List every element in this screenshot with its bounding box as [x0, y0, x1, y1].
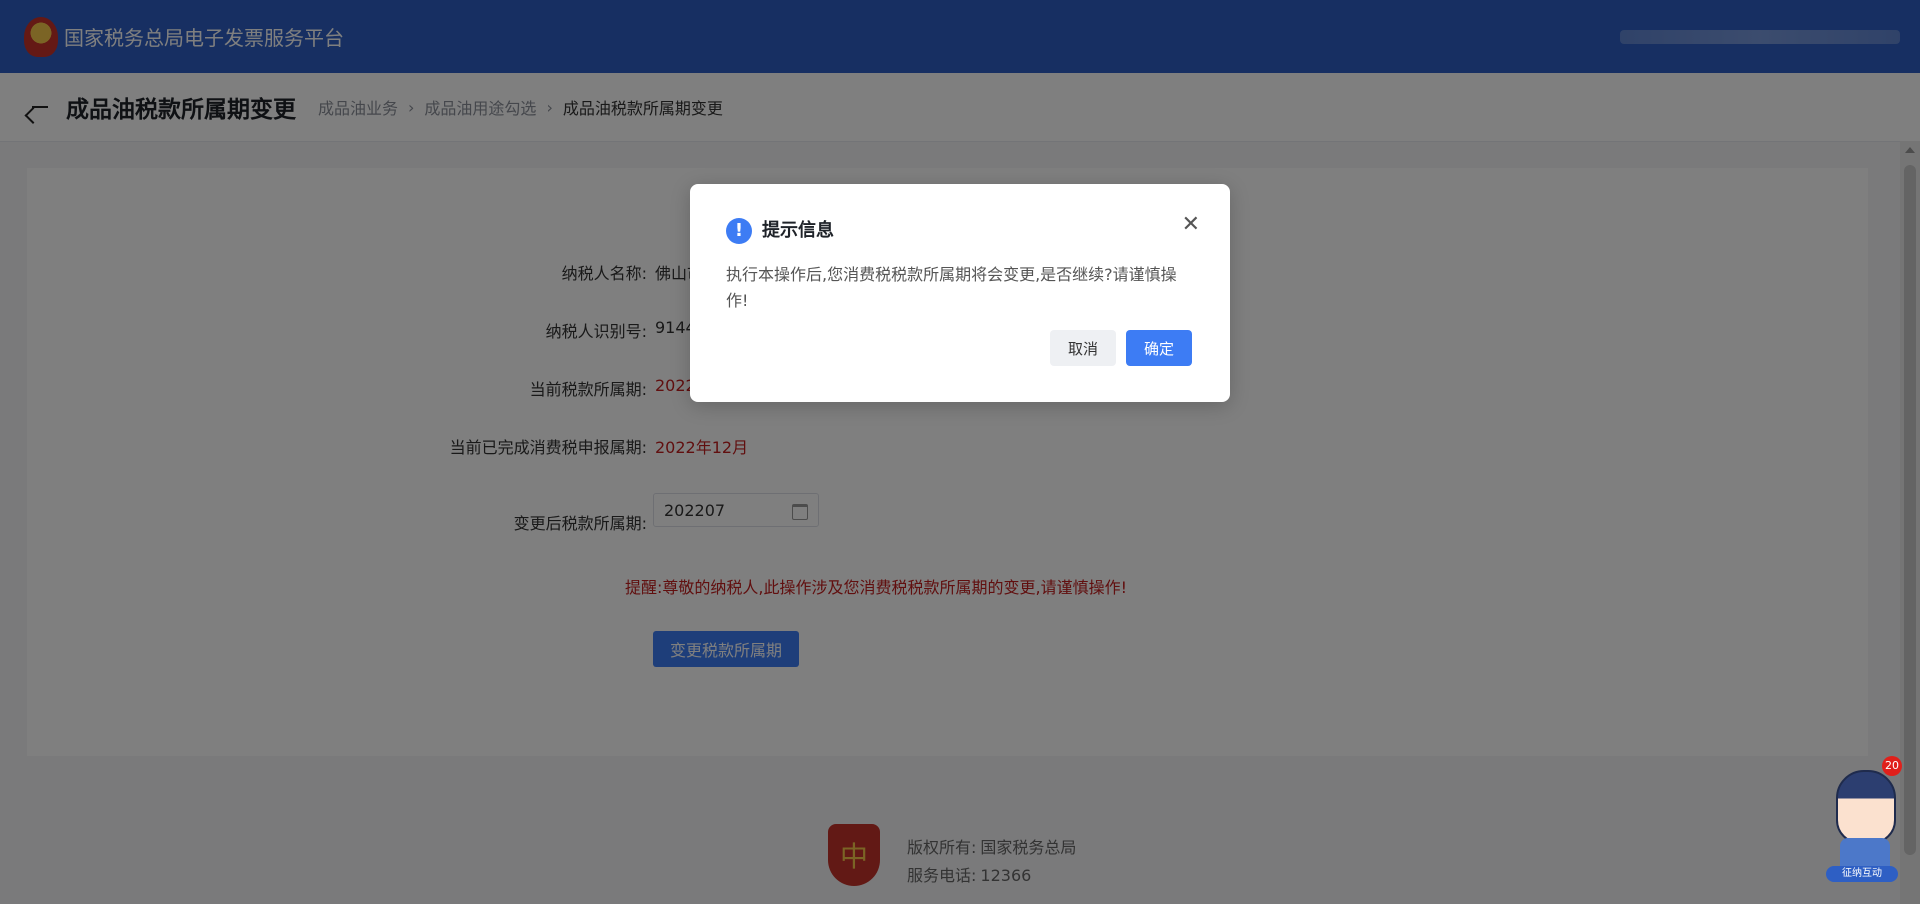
assistant-avatar [1836, 770, 1896, 844]
dialog-message: 执行本操作后,您消费税税款所属期将会变更,是否继续?请谨慎操作! [726, 265, 1177, 310]
close-icon[interactable]: ✕ [1182, 212, 1200, 237]
dialog-title: 提示信息 [762, 220, 834, 241]
exclamation-icon: ! [726, 218, 752, 244]
cancel-button[interactable]: 取消 [1050, 330, 1116, 366]
notification-badge: 20 [1882, 756, 1902, 776]
assistant-body [1840, 838, 1890, 868]
assistant-label: 征纳互动 [1826, 866, 1898, 882]
confirm-dialog: ! 提示信息 ✕ 执行本操作后,您消费税税款所属期将会变更,是否继续?请谨慎操作… [690, 184, 1230, 402]
modal-overlay[interactable] [0, 0, 1920, 904]
confirm-button[interactable]: 确定 [1126, 330, 1192, 366]
chat-assistant-widget[interactable]: 征纳互动 20 [1826, 756, 1902, 882]
